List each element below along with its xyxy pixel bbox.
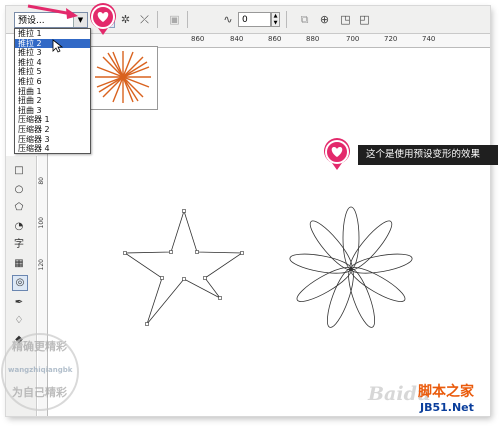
mouse-cursor-icon <box>52 39 64 53</box>
preset-option[interactable]: 压缩器 1 <box>15 115 90 125</box>
ruler-tick: 80 <box>38 177 45 185</box>
ellipse-tool-icon[interactable]: ○ <box>12 183 26 197</box>
toolbar-divider <box>286 11 287 28</box>
preset-option[interactable]: 压缩器 2 <box>15 125 90 135</box>
preset-option[interactable]: 推拉 4 <box>15 58 90 68</box>
ruler-tick: 700 <box>346 35 360 43</box>
ruler-tick: 840 <box>230 35 244 43</box>
interactive-effects-icon[interactable]: ◎ <box>12 275 28 291</box>
distorted-flower-shape <box>289 206 413 328</box>
amplitude-icon: ∿ <box>223 13 233 26</box>
heart-marker-icon <box>88 2 118 36</box>
polygon-tool-icon[interactable]: ⬠ <box>12 201 26 215</box>
ruler-tick: 100 <box>38 217 45 229</box>
ruler-tick: 740 <box>422 35 436 43</box>
amplitude-stepper[interactable]: ▲ ▼ <box>271 12 280 27</box>
copy-distortion-icon[interactable]: ⧉ <box>296 11 313 28</box>
ruler-tick: 860 <box>268 35 282 43</box>
watermark-stamp <box>0 327 90 417</box>
preset-option[interactable]: 推拉 6 <box>15 77 90 87</box>
toolbar-divider <box>157 11 158 28</box>
preset-preview-thumbnail <box>88 46 158 110</box>
brand-watermark: 脚本之家 <box>418 384 474 400</box>
ruler-tick: 120 <box>38 259 45 271</box>
toolbar-divider <box>187 11 188 28</box>
basic-shapes-icon[interactable]: ◔ <box>12 220 26 234</box>
red-arrow-annotation <box>27 4 78 19</box>
preset-option[interactable]: 压缩器 4 <box>15 144 90 154</box>
ruler-tick: 860 <box>191 35 205 43</box>
center-icon[interactable]: ⊕ <box>316 11 333 28</box>
preset-option[interactable]: 扭曲 3 <box>15 106 90 116</box>
clear-distortion-icon[interactable]: ◰ <box>356 11 373 28</box>
table-tool-icon[interactable]: ▦ <box>12 257 26 271</box>
preset-option[interactable]: 压缩器 3 <box>15 135 90 145</box>
add-distortion-icon[interactable]: ▣ <box>166 11 183 28</box>
rectangle-tool-icon[interactable]: □ <box>12 164 26 178</box>
preset-option[interactable]: 扭曲 1 <box>15 87 90 97</box>
text-tool-icon[interactable]: 字 <box>12 238 26 252</box>
brand-url-watermark: JB51.Net <box>420 401 474 414</box>
heart-marker-icon <box>322 137 352 171</box>
preview-flower <box>95 51 151 103</box>
ruler-tick: 880 <box>306 35 320 43</box>
preset-option[interactable]: 推拉 1 <box>15 29 90 39</box>
ruler-tick: 720 <box>384 35 398 43</box>
preset-option[interactable]: 推拉 5 <box>15 67 90 77</box>
amplitude-input[interactable]: 0 <box>238 12 271 27</box>
amplitude-value: 0 <box>242 15 248 25</box>
star-shape <box>123 209 244 325</box>
convert-to-curves-icon[interactable]: ◳ <box>337 11 354 28</box>
preset-option[interactable]: 扭曲 2 <box>15 96 90 106</box>
star-nodes <box>123 209 244 326</box>
twister-icon[interactable]: ⤫ <box>136 11 153 28</box>
outline-tool-icon[interactable]: ♢ <box>12 314 26 328</box>
eyedropper-icon[interactable]: ✒ <box>12 296 26 310</box>
zipper-icon[interactable]: ✲ <box>117 11 134 28</box>
callout-label: 这个是使用预设变形的效果 <box>358 145 498 165</box>
